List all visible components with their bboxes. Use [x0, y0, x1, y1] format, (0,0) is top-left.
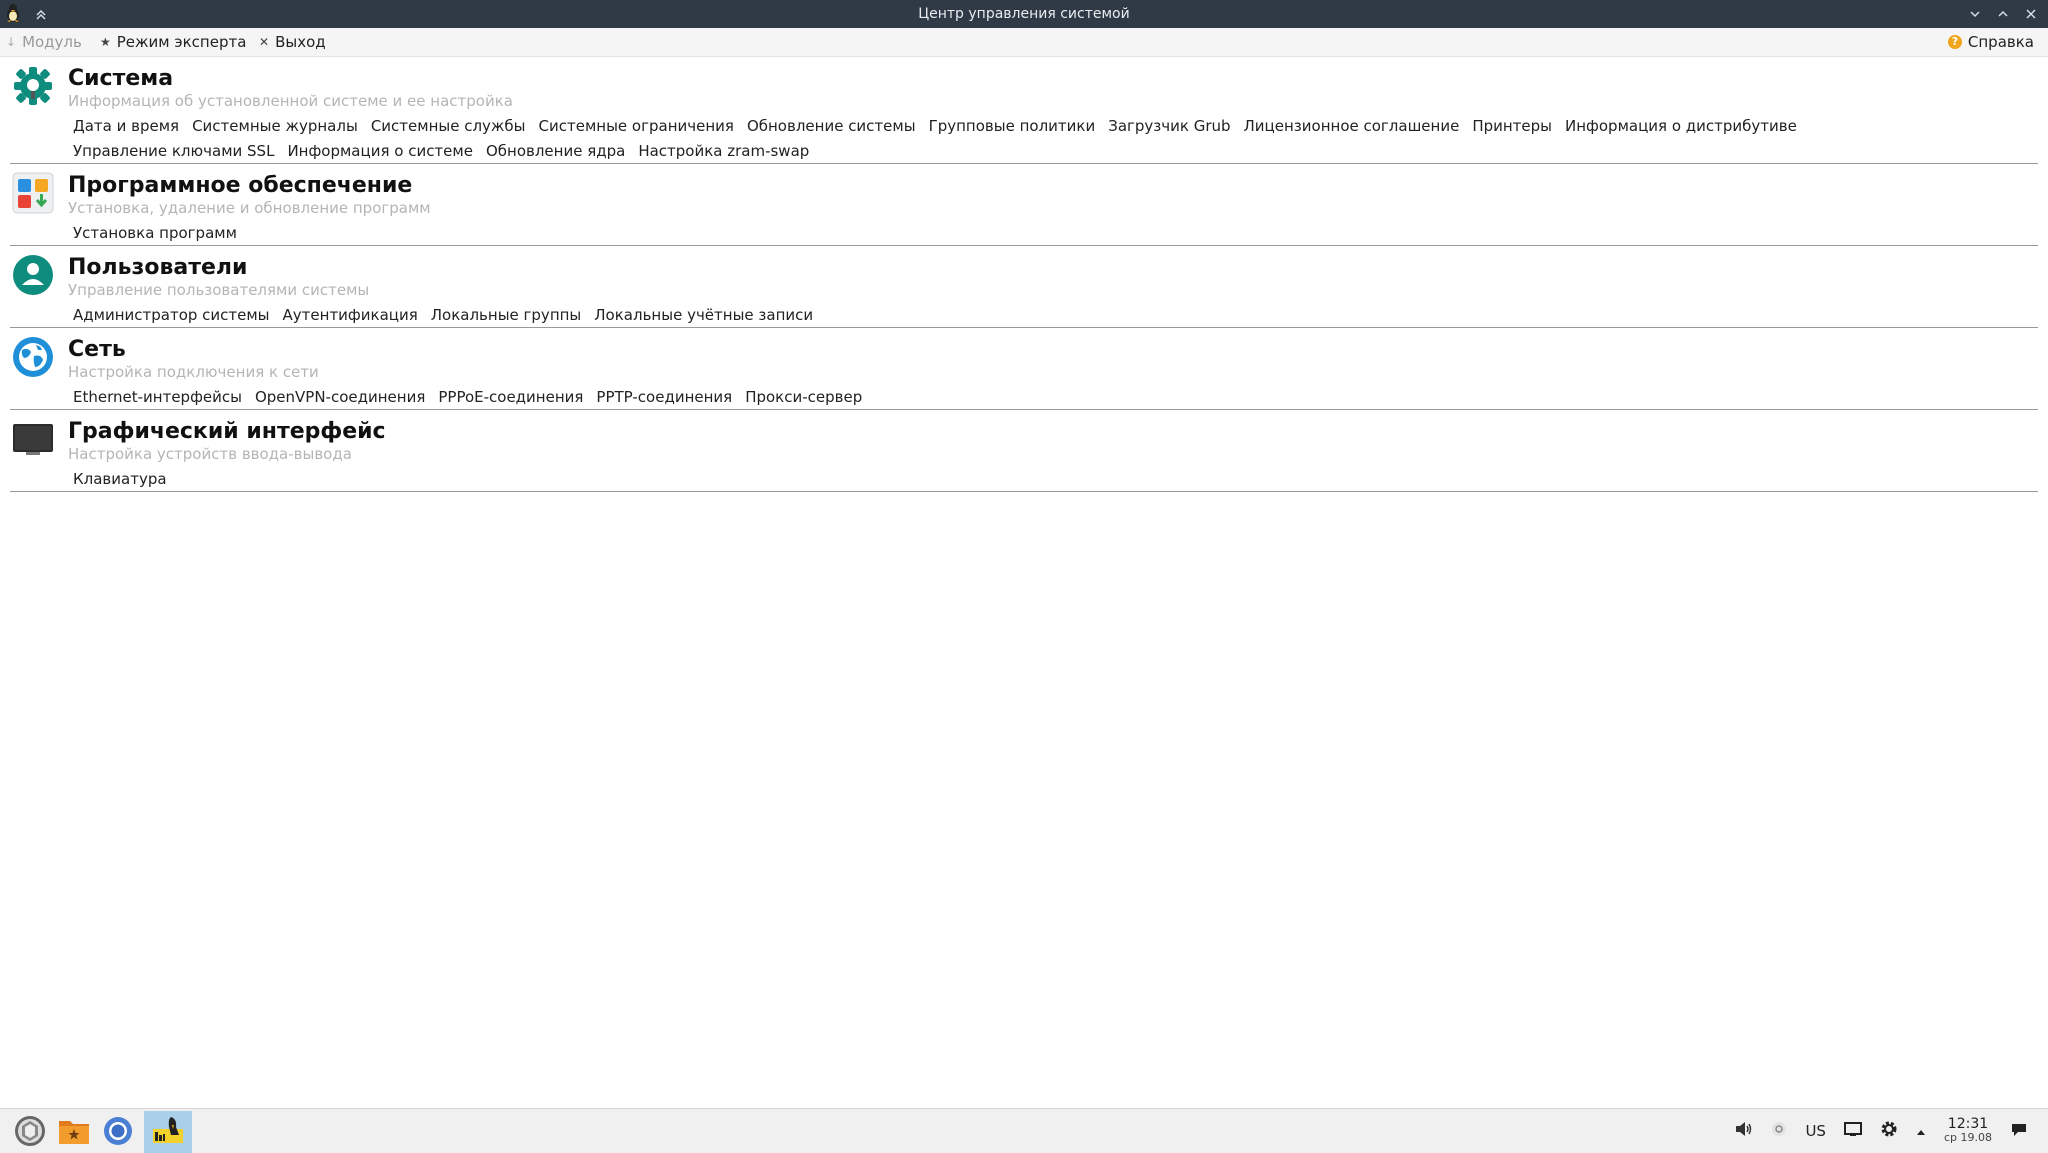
category-gui: Графический интерфейс Настройка устройст… [10, 410, 2038, 492]
module-link-proxy[interactable]: Прокси-сервер [745, 385, 862, 410]
alt-linux-icon [151, 1115, 185, 1149]
module-link-grub[interactable]: Загрузчик Grub [1108, 114, 1230, 139]
help-label: Справка [1967, 33, 2034, 51]
category-system: Система Информация об установленной сист… [10, 57, 2038, 164]
category-links: Клавиатура [73, 467, 2013, 492]
category-network-text: Сеть Настройка подключения к сети Ethern… [68, 328, 2038, 410]
start-menu-icon [14, 1115, 46, 1151]
category-title: Пользователи [68, 255, 248, 280]
file-manager-button[interactable] [56, 1115, 92, 1151]
notifications-icon[interactable] [2010, 1121, 2028, 1141]
chromium-icon [102, 1115, 134, 1151]
user-icon [12, 254, 54, 296]
volume-icon[interactable] [1735, 1121, 1753, 1141]
module-link-license[interactable]: Лицензионное соглашение [1244, 114, 1460, 139]
category-title: Система [68, 66, 174, 91]
module-link-syslogs[interactable]: Системные журналы [192, 114, 358, 139]
category-users-text: Пользователи Управление пользователями с… [68, 246, 2038, 328]
module-link-openvpn[interactable]: OpenVPN-соединения [255, 385, 425, 410]
exit-menu[interactable]: ✕ Выход [259, 28, 326, 56]
settings-gear-icon[interactable] [1880, 1120, 1898, 1142]
module-link-pppoe[interactable]: PPPoE-соединения [438, 385, 583, 410]
category-title: Графический интерфейс [68, 419, 386, 444]
control-center-task[interactable] [144, 1111, 192, 1153]
folder-icon [58, 1117, 90, 1149]
module-link-pptp[interactable]: PPTP-соединения [596, 385, 732, 410]
clock-date: ср 19.08 [1943, 1131, 1992, 1144]
expert-mode-menu[interactable]: ★ Режим эксперта [100, 28, 246, 56]
app-menu-button[interactable] [12, 1115, 48, 1151]
exit-label: Выход [275, 33, 326, 51]
help-menu[interactable]: ? Справка [1947, 28, 2034, 56]
status-circle-icon[interactable] [1771, 1121, 1787, 1141]
module-link-zram-swap[interactable]: Настройка zram-swap [638, 139, 809, 164]
monitor-icon [12, 418, 54, 460]
category-software-text: Программное обеспечение Установка, удале… [68, 164, 2038, 246]
category-title: Программное обеспечение [68, 173, 413, 198]
module-link-kernel-update[interactable]: Обновление ядра [486, 139, 625, 164]
category-system-text: Система Информация об установленной сист… [68, 57, 2038, 164]
close-button[interactable] [2020, 3, 2042, 25]
browser-button[interactable] [100, 1115, 136, 1151]
window-titlebar: Центр управления системой [0, 0, 2048, 28]
gear-icon [12, 65, 54, 107]
module-link-group-policies[interactable]: Групповые политики [929, 114, 1096, 139]
category-network: Сеть Настройка подключения к сети Ethern… [10, 328, 2038, 410]
module-link-distro-info[interactable]: Информация о дистрибутиве [1565, 114, 1797, 139]
category-links: Администратор системы Аутентификация Локал… [73, 303, 2013, 328]
module-link-limits[interactable]: Системные ограничения [539, 114, 734, 139]
module-link-sysadmin[interactable]: Администратор системы [73, 303, 270, 328]
module-menu-label: Модуль [22, 33, 82, 51]
category-users: Пользователи Управление пользователями с… [10, 246, 2038, 328]
category-description: Управление пользователями системы [68, 281, 370, 299]
arrow-down-icon: ↓ [6, 35, 17, 49]
module-link-local-accounts[interactable]: Локальные учётные записи [594, 303, 813, 328]
category-description: Информация об установленной системе и ее… [68, 92, 513, 110]
category-links: Дата и время Системные журналы Системные с… [73, 114, 2013, 164]
module-link-keyboard[interactable]: Клавиатура [73, 467, 167, 492]
window-title: Центр управления системой [918, 6, 1130, 22]
module-link-install-software[interactable]: Установка программ [73, 221, 237, 246]
taskbar-apps [12, 1111, 192, 1153]
category-gui-text: Графический интерфейс Настройка устройст… [68, 410, 2038, 492]
module-menu[interactable]: ↓ Модуль [6, 28, 82, 56]
keyboard-layout-indicator[interactable]: US [1805, 1122, 1826, 1140]
module-link-ssl-keys[interactable]: Управление ключами SSL [73, 139, 274, 164]
expert-mode-label: Режим эксперта [116, 33, 247, 51]
category-software: Программное обеспечение Установка, удале… [10, 164, 2038, 246]
module-link-datetime[interactable]: Дата и время [73, 114, 179, 139]
clock[interactable]: 12:31 ср 19.08 [1944, 1117, 1992, 1145]
display-icon[interactable] [1843, 1121, 1862, 1141]
module-link-services[interactable]: Системные службы [371, 114, 526, 139]
category-description: Настройка подключения к сети [68, 363, 319, 381]
globe-icon [12, 336, 54, 378]
category-description: Настройка устройств ввода-вывода [68, 445, 352, 463]
category-description: Установка, удаление и обновление програм… [68, 199, 431, 217]
module-link-ethernet[interactable]: Ethernet-интерфейсы [73, 385, 242, 410]
help-icon: ? [1947, 35, 1962, 49]
system-tray: US 12:31 ср 19.08 [1735, 1109, 2028, 1153]
module-link-system-info[interactable]: Информация о системе [287, 139, 473, 164]
star-icon: ★ [100, 35, 111, 49]
menubar: ↓ Модуль ★ Режим эксперта ✕ Выход ? Спра… [0, 28, 2048, 57]
clock-time: 12:31 [1947, 1116, 1989, 1132]
category-links: Установка программ [73, 221, 2013, 246]
content-area: Система Информация об установленной сист… [0, 57, 2048, 1107]
maximize-button[interactable] [1992, 3, 2014, 25]
category-links: Ethernet-интерфейсы OpenVPN-соединения PPP… [73, 385, 2013, 410]
tray-expand-icon[interactable] [1916, 1122, 1926, 1140]
software-icon [12, 172, 54, 214]
module-link-printers[interactable]: Принтеры [1472, 114, 1552, 139]
close-icon: ✕ [259, 35, 270, 49]
module-link-update[interactable]: Обновление системы [747, 114, 916, 139]
module-link-local-groups[interactable]: Локальные группы [431, 303, 582, 328]
category-title: Сеть [68, 337, 126, 362]
module-link-auth[interactable]: Аутентификация [283, 303, 418, 328]
window-controls [1964, 3, 2042, 25]
minimize-button[interactable] [1964, 3, 1986, 25]
taskbar: US 12:31 ср 19.08 [0, 1108, 2048, 1153]
